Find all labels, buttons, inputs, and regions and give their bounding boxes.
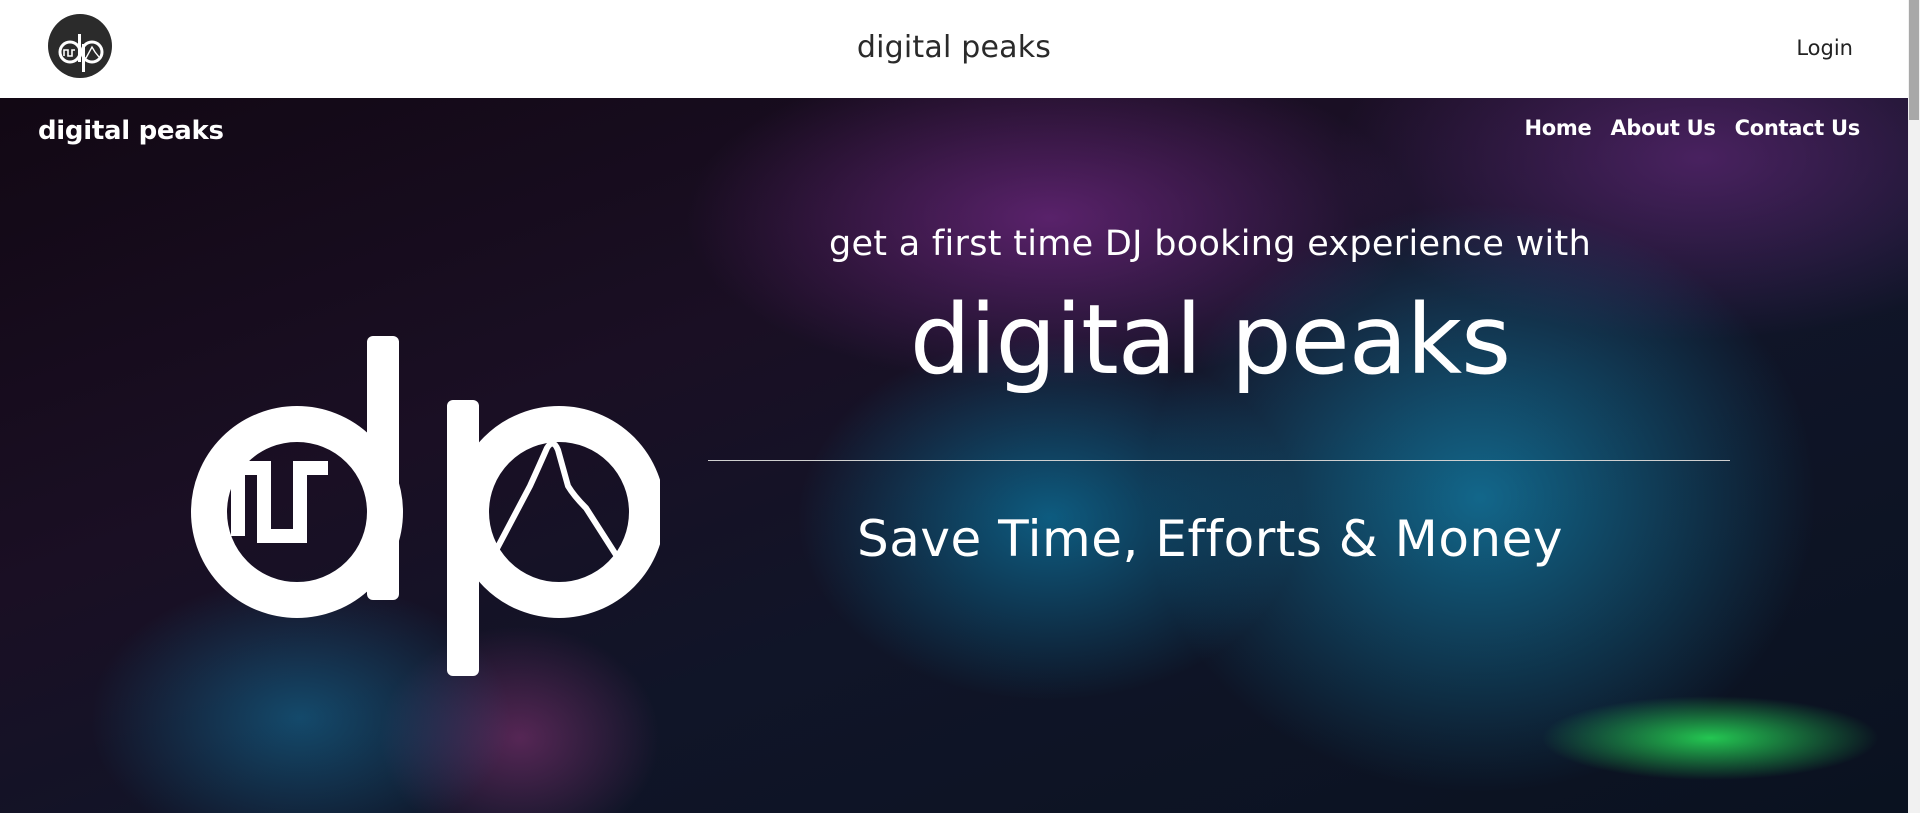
login-link[interactable]: Login (1796, 36, 1853, 60)
nav-home[interactable]: Home (1525, 116, 1592, 140)
dp-logo-icon (191, 336, 660, 676)
header-title: digital peaks (856, 30, 1052, 65)
scrollbar[interactable] (1908, 0, 1920, 813)
hero-banner: digital peaks Home About Us Contact Us g… (0, 98, 1908, 813)
hero-brand[interactable]: digital peaks (38, 116, 224, 146)
nav-contact-us[interactable]: Contact Us (1735, 116, 1861, 140)
main-nav: Home About Us Contact Us (1525, 116, 1861, 140)
top-header: digital peaks Login (0, 0, 1908, 98)
hero-subheading: Save Time, Efforts & Money (857, 510, 1563, 568)
nav-about-us[interactable]: About Us (1610, 116, 1715, 140)
divider (708, 460, 1730, 461)
hero-title: digital peaks (909, 284, 1511, 396)
hero-tagline: get a first time DJ booking experience w… (828, 224, 1592, 264)
scrollbar-thumb[interactable] (1909, 0, 1919, 120)
